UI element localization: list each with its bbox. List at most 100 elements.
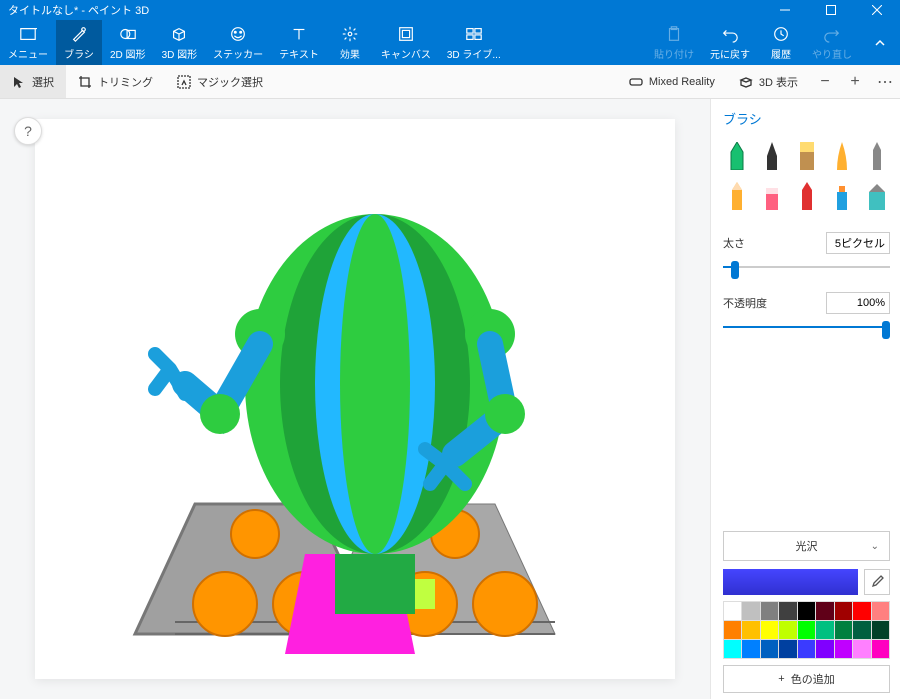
3d-view-button[interactable]: 3D 表示 bbox=[727, 65, 810, 98]
canvas-label: キャンバス bbox=[381, 46, 431, 61]
menu-icon bbox=[18, 24, 38, 44]
select-tool[interactable]: 選択 bbox=[0, 65, 66, 98]
color-swatch[interactable] bbox=[724, 602, 741, 620]
paste-label: 貼り付け bbox=[654, 46, 694, 61]
canvas-tab[interactable]: キャンバス bbox=[373, 20, 439, 65]
eyedropper-icon bbox=[870, 575, 884, 589]
opacity-slider[interactable] bbox=[723, 320, 890, 334]
mixed-reality-button[interactable]: Mixed Reality bbox=[617, 65, 727, 98]
color-swatch[interactable] bbox=[853, 602, 870, 620]
shapes-3d-icon bbox=[169, 24, 189, 44]
history-icon bbox=[771, 24, 791, 44]
color-swatch[interactable] bbox=[798, 640, 815, 658]
brush-icon bbox=[69, 24, 89, 44]
color-swatch[interactable] bbox=[835, 640, 852, 658]
color-swatch[interactable] bbox=[779, 640, 796, 658]
color-swatch[interactable] bbox=[816, 640, 833, 658]
collapse-ribbon-button[interactable] bbox=[860, 20, 900, 65]
title-bar: タイトルなし* - ペイント 3D bbox=[0, 0, 900, 20]
color-swatch[interactable] bbox=[872, 602, 889, 620]
window-title: タイトルなし* - ペイント 3D bbox=[8, 2, 149, 18]
redo-label: やり直し bbox=[812, 46, 852, 61]
brush-spray[interactable] bbox=[828, 180, 855, 210]
color-swatch[interactable] bbox=[761, 640, 778, 658]
current-color-swatch[interactable] bbox=[723, 569, 858, 595]
3d-view-icon bbox=[739, 75, 753, 89]
canvas[interactable] bbox=[35, 119, 675, 679]
magic-select-label: マジック選択 bbox=[197, 74, 263, 90]
color-swatch[interactable] bbox=[742, 621, 759, 639]
color-swatch[interactable] bbox=[835, 621, 852, 639]
undo-label: 元に戻す bbox=[710, 46, 750, 61]
color-swatch[interactable] bbox=[835, 602, 852, 620]
ribbon-toolbar: メニュー ブラシ 2D 図形 3D 図形 ステッカー テキスト 効果 キャンバ bbox=[0, 20, 900, 65]
sticker-tab[interactable]: ステッカー bbox=[205, 20, 271, 65]
brush-oil[interactable] bbox=[793, 140, 820, 170]
zoom-out-button[interactable]: − bbox=[810, 65, 840, 99]
menu-button[interactable]: メニュー bbox=[0, 20, 56, 65]
cursor-icon bbox=[12, 75, 26, 89]
history-label: 履歴 bbox=[771, 46, 791, 61]
add-color-button[interactable]: + 色の追加 bbox=[723, 665, 890, 693]
brush-fill[interactable] bbox=[863, 180, 890, 210]
thickness-input[interactable] bbox=[826, 232, 890, 254]
thickness-slider[interactable] bbox=[723, 260, 890, 274]
color-swatch[interactable] bbox=[779, 602, 796, 620]
magic-select-tool[interactable]: マジック選択 bbox=[165, 65, 275, 98]
brush-tab[interactable]: ブラシ bbox=[56, 20, 102, 65]
color-swatch[interactable] bbox=[798, 602, 815, 620]
minimize-button[interactable] bbox=[762, 0, 808, 20]
color-swatch[interactable] bbox=[872, 640, 889, 658]
redo-button[interactable]: やり直し bbox=[804, 20, 860, 65]
3d-view-label: 3D 表示 bbox=[759, 74, 798, 90]
color-swatch[interactable] bbox=[853, 640, 870, 658]
color-swatch[interactable] bbox=[761, 602, 778, 620]
brush-calligraphy[interactable] bbox=[758, 140, 785, 170]
color-swatch[interactable] bbox=[816, 602, 833, 620]
color-swatch[interactable] bbox=[779, 621, 796, 639]
color-swatch[interactable] bbox=[853, 621, 870, 639]
workspace: ? bbox=[0, 99, 900, 699]
brush-pixel[interactable] bbox=[863, 140, 890, 170]
color-swatch[interactable] bbox=[761, 621, 778, 639]
history-button[interactable]: 履歴 bbox=[758, 20, 804, 65]
color-swatch[interactable] bbox=[742, 640, 759, 658]
3d-library-label: 3D ライブ... bbox=[447, 46, 501, 61]
opacity-input[interactable] bbox=[826, 292, 890, 314]
more-options-button[interactable]: ⋯ bbox=[870, 65, 900, 99]
brush-crayon[interactable] bbox=[793, 180, 820, 210]
crop-label: トリミング bbox=[98, 74, 153, 90]
3d-library-tab[interactable]: 3D ライブ... bbox=[439, 20, 509, 65]
3d-shapes-tab[interactable]: 3D 図形 bbox=[154, 20, 206, 65]
color-swatch[interactable] bbox=[872, 621, 889, 639]
zoom-in-button[interactable]: + bbox=[840, 65, 870, 99]
help-button[interactable]: ? bbox=[14, 117, 42, 145]
maximize-button[interactable] bbox=[808, 0, 854, 20]
eyedropper-button[interactable] bbox=[864, 569, 890, 595]
color-swatch[interactable] bbox=[724, 621, 741, 639]
select-label: 選択 bbox=[32, 74, 54, 90]
brush-eraser[interactable] bbox=[758, 180, 785, 210]
magic-select-icon bbox=[177, 75, 191, 89]
effects-tab[interactable]: 効果 bbox=[327, 20, 373, 65]
panel-title: ブラシ bbox=[723, 109, 890, 128]
mixed-reality-icon bbox=[629, 75, 643, 89]
sub-toolbar: 選択 トリミング マジック選択 Mixed Reality 3D 表示 − + … bbox=[0, 65, 900, 99]
color-swatch[interactable] bbox=[742, 602, 759, 620]
brush-marker[interactable] bbox=[723, 140, 750, 170]
undo-button[interactable]: 元に戻す bbox=[702, 20, 758, 65]
text-tab[interactable]: テキスト bbox=[271, 20, 327, 65]
2d-shapes-tab[interactable]: 2D 図形 bbox=[102, 20, 154, 65]
color-swatch[interactable] bbox=[816, 621, 833, 639]
material-select[interactable]: 光沢 ⌄ bbox=[723, 531, 890, 561]
undo-icon bbox=[720, 24, 740, 44]
color-swatch[interactable] bbox=[724, 640, 741, 658]
close-button[interactable] bbox=[854, 0, 900, 20]
color-swatch[interactable] bbox=[798, 621, 815, 639]
paste-button[interactable]: 貼り付け bbox=[646, 20, 702, 65]
robot-model bbox=[75, 134, 635, 664]
crop-tool[interactable]: トリミング bbox=[66, 65, 165, 98]
brush-watercolor[interactable] bbox=[828, 140, 855, 170]
brush-pencil[interactable] bbox=[723, 180, 750, 210]
thickness-label: 太さ bbox=[723, 235, 745, 251]
